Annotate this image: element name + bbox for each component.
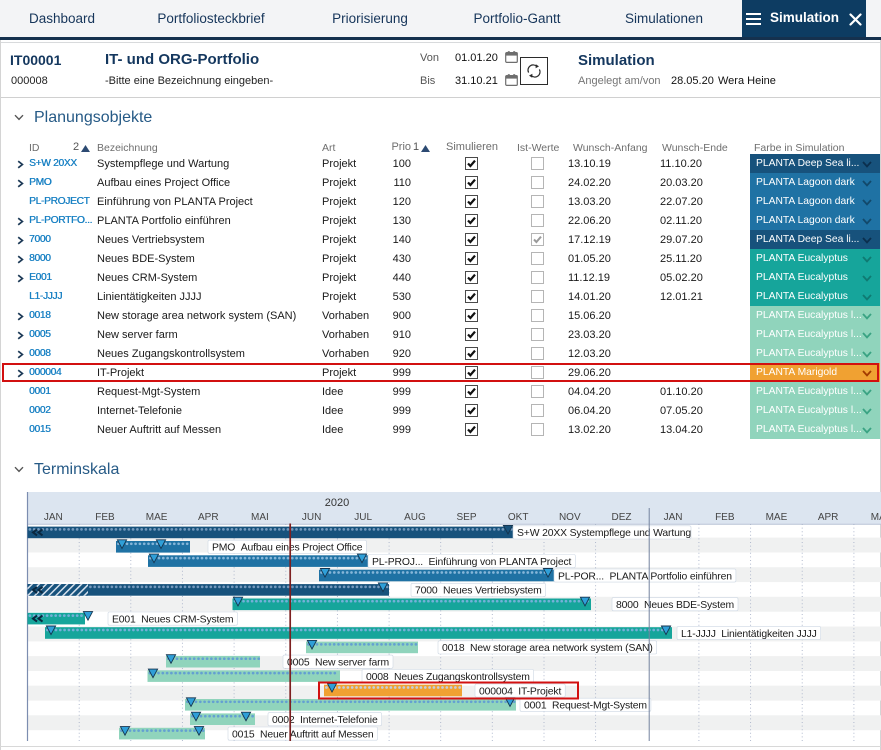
svg-text:0002 Internet-Telefonie: 0002 Internet-Telefonie <box>272 715 378 726</box>
svg-text:000004 IT-Projekt: 000004 IT-Projekt <box>479 686 561 697</box>
svg-text:SEP: SEP <box>456 512 476 523</box>
svg-text:MAI: MAI <box>871 512 881 523</box>
svg-text:DEZ: DEZ <box>612 512 632 523</box>
svg-text:JAN: JAN <box>664 512 683 523</box>
svg-text:0001 Request-Mgt-System: 0001 Request-Mgt-System <box>524 701 647 712</box>
svg-text:FEB: FEB <box>715 512 735 523</box>
svg-text:AUG: AUG <box>404 512 426 523</box>
svg-text:PL-PROJ... Einführung von PLA: PL-PROJ... Einführung von PLANTA Project <box>372 557 572 568</box>
svg-text:0008 Neues Zugangskontrollsys: 0008 Neues Zugangskontrollsystem <box>366 672 530 683</box>
svg-text:0005 New server farm: 0005 New server farm <box>287 658 389 669</box>
svg-text:FEB: FEB <box>95 512 115 523</box>
svg-text:S+W 20XX Systempflege und Wart: S+W 20XX Systempflege und Wartung <box>517 528 691 539</box>
svg-text:8000 Neues BDE-System: 8000 Neues BDE-System <box>616 600 734 611</box>
svg-text:MAI: MAI <box>251 512 269 523</box>
svg-text:OKT: OKT <box>508 512 529 523</box>
svg-text:APR: APR <box>198 512 219 523</box>
svg-text:L1-JJJJ Linientätigkeiten JJJ: L1-JJJJ Linientätigkeiten JJJJ <box>681 629 817 640</box>
svg-text:7000 Neues Vertriebsystem: 7000 Neues Vertriebsystem <box>415 586 542 597</box>
svg-text:APR: APR <box>818 512 839 523</box>
svg-text:E001 Neues CRM-System: E001 Neues CRM-System <box>112 614 233 625</box>
svg-text:2020: 2020 <box>325 497 349 509</box>
svg-text:MAE: MAE <box>146 512 168 523</box>
svg-text:0018 New storage area network: 0018 New storage area network system (SA… <box>442 643 653 654</box>
svg-text:MAE: MAE <box>766 512 788 523</box>
svg-text:JUN: JUN <box>302 512 321 523</box>
svg-text:PL-POR... PLANTA Portfolio ei: PL-POR... PLANTA Portfolio einführen <box>558 571 732 582</box>
svg-text:0015 Neuer Auftritt auf Messe: 0015 Neuer Auftritt auf Messen <box>232 729 374 740</box>
svg-text:JUL: JUL <box>354 512 372 523</box>
svg-text:JAN: JAN <box>44 512 63 523</box>
svg-text:NOV: NOV <box>559 512 581 523</box>
svg-text:PMO Aufbau eines Project Offi: PMO Aufbau eines Project Office <box>212 543 363 554</box>
